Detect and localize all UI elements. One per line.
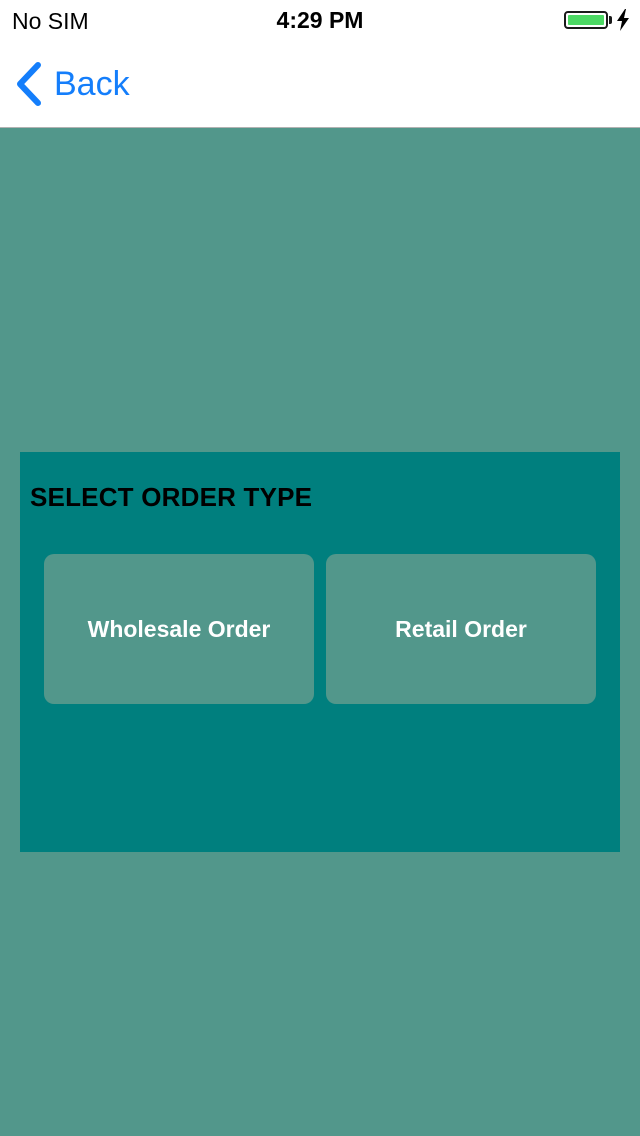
top-bar: No SIM 4:29 PM Back bbox=[0, 0, 640, 128]
navigation-bar: Back bbox=[0, 40, 640, 128]
back-button[interactable]: Back bbox=[14, 60, 130, 108]
battery-level bbox=[568, 15, 604, 25]
retail-order-button[interactable]: Retail Order bbox=[326, 554, 596, 704]
chevron-left-icon bbox=[17, 62, 41, 106]
wholesale-order-button[interactable]: Wholesale Order bbox=[44, 554, 314, 704]
status-time: 4:29 PM bbox=[276, 7, 364, 33]
battery-icon bbox=[564, 11, 608, 29]
charging-bolt-icon bbox=[617, 9, 629, 31]
battery-tip bbox=[609, 16, 612, 24]
wholesale-order-label: Wholesale Order bbox=[87, 615, 271, 642]
status-bar: No SIM 4:29 PM bbox=[0, 0, 640, 40]
order-type-panel: SELECT ORDER TYPE Wholesale Order Retail… bbox=[20, 452, 620, 852]
back-button-label: Back bbox=[54, 65, 130, 103]
retail-order-label: Retail Order bbox=[395, 615, 527, 642]
panel-title: SELECT ORDER TYPE bbox=[30, 482, 313, 512]
